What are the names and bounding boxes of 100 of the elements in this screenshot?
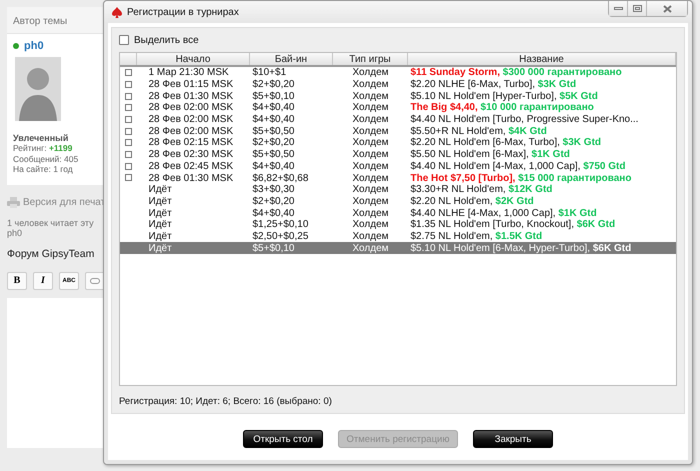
row-checkbox[interactable] bbox=[124, 69, 132, 76]
table-cell: Холдем bbox=[332, 66, 408, 79]
table-row[interactable]: Идёт $5+$0,10 Холдем $5.10 NL Hold'em [6-Max, Hyper-Turbo], $6K Gtd bbox=[120, 242, 676, 254]
table-cell-text: 28 Фев 02:00 MSK bbox=[148, 114, 234, 126]
row-checkbox[interactable] bbox=[124, 162, 132, 170]
maximize-button[interactable] bbox=[628, 1, 647, 16]
table-cell-text: 28 Фев 01:30 MSK bbox=[148, 172, 234, 184]
table-cell-text: $3.30+R NL Hold'em, $12K Gtd bbox=[410, 184, 554, 196]
table-cell-text: $6,82+$0,68 bbox=[252, 172, 310, 184]
table-cell-text: $1,25+$0,10 bbox=[252, 218, 310, 231]
table-row[interactable]: 28 Фев 01:30 MSK $6,82+$0,68 Холдем The Hot $7,50 [Turbo], $15 000 гарантировано bbox=[120, 172, 676, 184]
table-cell-text: $5+$0,50 bbox=[252, 125, 296, 138]
format-button[interactable]: B bbox=[7, 272, 27, 290]
online-icon bbox=[13, 43, 19, 49]
table-cell-text: 28 Фев 02:30 MSK bbox=[148, 148, 234, 160]
table-cell-text: Идёт bbox=[148, 218, 173, 231]
table-row[interactable]: Идёт $3+$0,30 Холдем $3.30+R NL Hold'em, $12K Gtd bbox=[120, 184, 676, 196]
select-all-label[interactable]: Выделить все bbox=[134, 34, 199, 46]
table-cell-text: Идёт bbox=[148, 196, 173, 208]
format-button[interactable]: I bbox=[33, 272, 53, 290]
close-icon bbox=[662, 4, 672, 12]
link-button[interactable] bbox=[85, 272, 105, 290]
minimize-button[interactable] bbox=[609, 1, 628, 16]
row-checkbox[interactable] bbox=[124, 104, 132, 112]
table-cell-text: Холдем bbox=[352, 148, 390, 160]
row-checkbox[interactable] bbox=[124, 128, 132, 135]
table-row[interactable]: Идёт $2+$0,20 Холдем $2.20 NL Hold'em, $2K Gtd bbox=[120, 196, 676, 208]
row-checkbox[interactable] bbox=[124, 116, 132, 123]
table-cell-text: $5.50 NL Hold'em [6-Max], $1K Gtd bbox=[410, 148, 571, 160]
window-title: Регистрации в турнирах bbox=[127, 6, 239, 18]
table-cell-text: Холдем bbox=[352, 160, 390, 172]
table-row[interactable]: 28 Фев 02:00 MSK $5+$0,50 Холдем $5.50+R NL Hold'em, $4K Gtd bbox=[120, 125, 676, 138]
table-cell-text: $4+$0,40 bbox=[252, 207, 296, 219]
table-cell: $5+$0,10 bbox=[250, 242, 332, 254]
table-cell-text: $4+$0,40 bbox=[252, 102, 296, 114]
checkbox[interactable] bbox=[119, 35, 129, 45]
row-checkbox[interactable] bbox=[124, 174, 132, 182]
table-cell-text: Холдем bbox=[352, 125, 390, 138]
spade-icon bbox=[112, 6, 122, 18]
table-row[interactable]: 28 Фев 02:45 MSK $4+$0,40 Холдем $4.40 NL Hold'em [4-Max, 1,000 Cap], $750 Gtd bbox=[120, 160, 676, 172]
table-cell-text: 28 Фев 02:45 MSK bbox=[148, 160, 234, 172]
table-cell-text: $4.40 NL Hold'em [4-Max, 1,000 Cap], $750 Gtd bbox=[410, 160, 626, 172]
table-row[interactable]: Идёт $4+$0,40 Холдем $4.40 NLHE [4-Max, 1,000 Cap], $1K Gtd bbox=[120, 207, 676, 219]
table-row[interactable]: 28 Фев 02:00 MSK $4+$0,40 Холдем $4.40 NL Hold'em [Turbo, Progressive Super-Kno... bbox=[120, 114, 676, 126]
table-cell: Идёт bbox=[136, 230, 250, 242]
table-cell-text: $5+$0,10 bbox=[252, 90, 296, 102]
table-cell-text: 28 Фев 01:30 MSK bbox=[148, 90, 234, 102]
table-row[interactable]: Идёт $1,25+$0,10 Холдем $1.35 NL Hold'em [Turbo, Knockout], $6K Gtd bbox=[120, 218, 676, 231]
readers-text: 1 человек читает эту bbox=[7, 218, 94, 228]
column-header[interactable]: Начало bbox=[136, 53, 250, 66]
table-cell-text: $5+$0,50 bbox=[252, 148, 296, 160]
table-cell: Холдем bbox=[332, 230, 408, 242]
row-checkbox[interactable] bbox=[124, 92, 132, 100]
table-cell: Идёт bbox=[136, 242, 250, 254]
column-header[interactable]: Бай-ин bbox=[250, 53, 332, 66]
table-row[interactable]: 28 Фев 02:15 MSK $2+$0,20 Холдем $2.20 NL Hold'em [6-Max, Turbo], $3K Gtd bbox=[120, 137, 676, 149]
table-cell-text: $2.20 NL Hold'em [6-Max, Turbo], $3K Gtd bbox=[410, 137, 602, 149]
table-cell-text: The Hot $7,50 [Turbo], $15 000 гарантировано bbox=[410, 172, 632, 184]
table-cell-text: $2.20 NLHE [6-Max, Turbo], $3K Gtd bbox=[410, 78, 578, 90]
table-cell-text: Холдем bbox=[352, 207, 390, 219]
column-header[interactable]: Тип игры bbox=[332, 53, 408, 66]
table-cell-text: Холдем bbox=[352, 78, 390, 90]
table-cell-text: $2.20 NL Hold'em, $2K Gtd bbox=[410, 196, 535, 208]
reader-name: ph0 bbox=[7, 228, 22, 238]
table-row[interactable]: 28 Фев 02:30 MSK $5+$0,50 Холдем $5.50 NL Hold'em [6-Max], $1K Gtd bbox=[120, 148, 676, 160]
table-cell-text: Холдем bbox=[352, 184, 390, 196]
row-checkbox[interactable] bbox=[124, 80, 132, 88]
time-on-site: На сайте: 1 год bbox=[13, 164, 74, 174]
table-cell-text: $4.40 NL Hold'em [Turbo, Progressive Super-Kno... bbox=[410, 114, 640, 126]
maximize-icon bbox=[632, 5, 642, 12]
rating-label: Рейтинг: +1199 bbox=[13, 143, 74, 154]
status-text: Регистрация: 10; Идет: 6; Всего: 16 (выбрано: 0) bbox=[119, 396, 333, 407]
table-cell-text: Идёт bbox=[148, 184, 173, 196]
table-cell: Холдем bbox=[332, 242, 408, 254]
table-cell: 1 Мар 21:30 MSK bbox=[136, 66, 250, 79]
table-cell: $10+$1 bbox=[250, 66, 332, 79]
dialog-button[interactable]: Открыть стол bbox=[243, 430, 323, 448]
table-cell-text: $1.35 NL Hold'em [Turbo, Knockout], $6K Gtd bbox=[410, 218, 616, 231]
table-row[interactable]: 28 Фев 02:00 MSK $4+$0,40 Холдем The Big $4,40, $10 000 гарантировано bbox=[120, 102, 676, 114]
row-checkbox[interactable] bbox=[124, 151, 132, 158]
table-cell-text: $3+$0,30 bbox=[252, 184, 296, 196]
table-row[interactable]: Идёт $2,50+$0,25 Холдем $2.75 NL Hold'em, $1.5K Gtd bbox=[120, 230, 676, 242]
forum-title: Форум GipsyTeam bbox=[7, 248, 94, 260]
table-row[interactable]: 1 Мар 21:30 MSK $10+$1 Холдем $11 Sunday Storm, $300 000 гарантировано bbox=[120, 66, 676, 79]
table-cell-text: Холдем bbox=[352, 137, 390, 149]
table-cell-text: Холдем bbox=[352, 218, 390, 231]
table-row[interactable]: 28 Фев 01:15 MSK $2+$0,20 Холдем $2.20 NLHE [6-Max, Turbo], $3K Gtd bbox=[120, 78, 676, 90]
table-cell-text: $2+$0,20 bbox=[252, 196, 296, 208]
username-link[interactable]: ph0 bbox=[24, 40, 44, 52]
table-cell-text: Холдем bbox=[352, 102, 390, 114]
table-cell-text: 28 Фев 02:15 MSK bbox=[148, 137, 234, 149]
table-cell-text: $2+$0,20 bbox=[252, 78, 296, 90]
link-icon bbox=[90, 278, 100, 284]
table-cell-text: $4+$0,40 bbox=[252, 114, 296, 126]
post-count: Сообщений: 405 bbox=[13, 154, 80, 164]
table-row[interactable]: 28 Фев 01:30 MSK $5+$0,10 Холдем $5.10 NL Hold'em [Hyper-Turbo], $5K Gtd bbox=[120, 90, 676, 102]
table-cell: $5.10 NL Hold'em [6-Max, Hyper-Turbo], $6K Gtd bbox=[408, 242, 676, 254]
row-checkbox[interactable] bbox=[124, 139, 132, 146]
dialog-button[interactable]: Закрыть bbox=[473, 430, 553, 448]
column-header[interactable]: Название bbox=[408, 53, 676, 66]
